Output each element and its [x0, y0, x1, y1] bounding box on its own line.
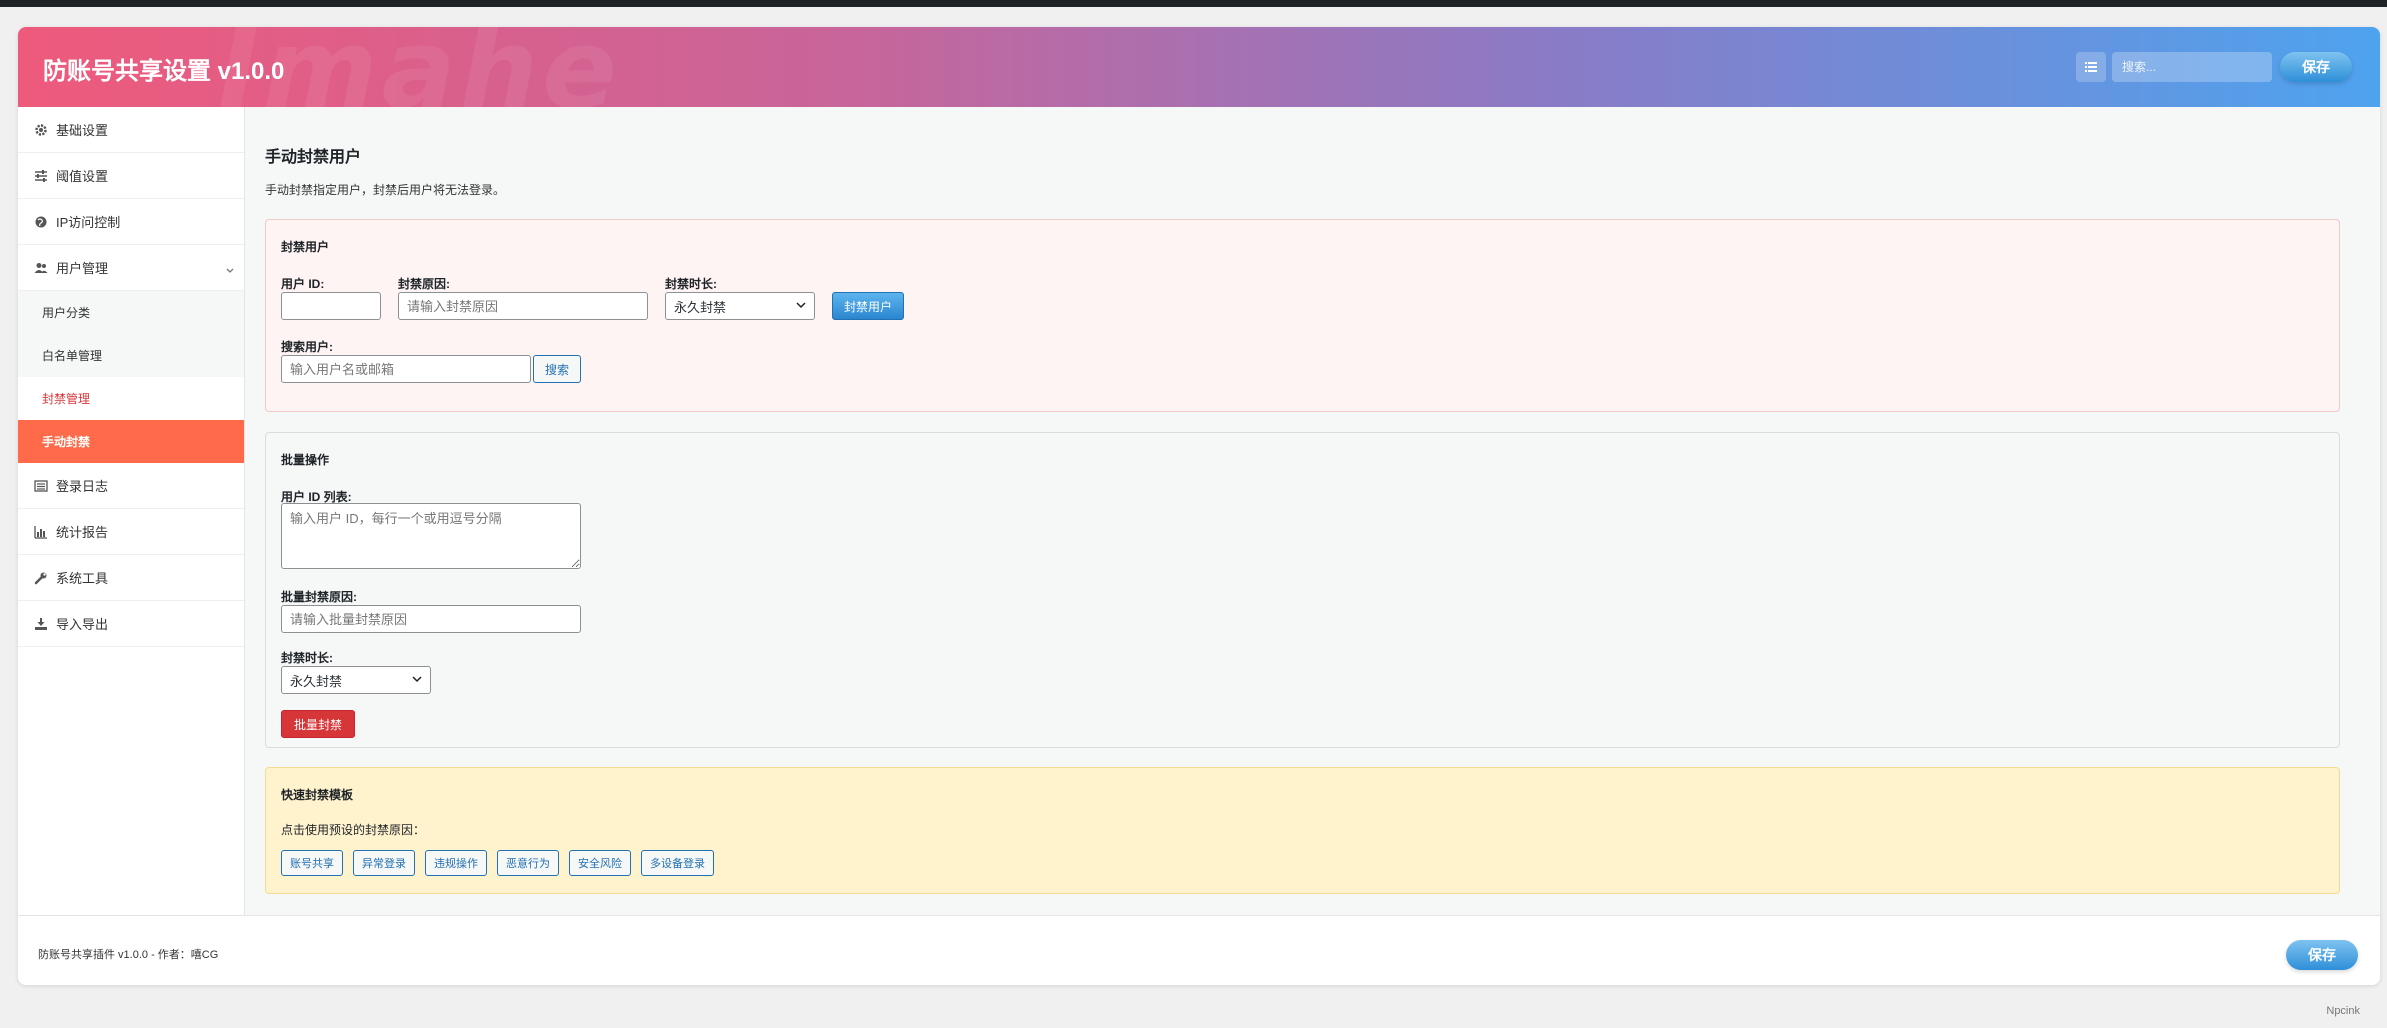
template-button[interactable]: 恶意行为 — [497, 850, 559, 876]
section-title: 手动封禁用户 — [265, 149, 362, 166]
ban-box-title: 封禁用户 — [281, 240, 330, 254]
corner-watermark: Npcink — [2326, 1005, 2360, 1017]
header-search-input[interactable] — [2112, 52, 2272, 82]
batch-reason-input[interactable] — [281, 605, 581, 633]
quick-templates-box: 快速封禁模板 点击使用预设的封禁原因： 账号共享 异常登录 违规操作 恶意行为 … — [265, 767, 2340, 894]
ban-reason-input[interactable] — [398, 292, 648, 320]
list-view-icon[interactable] — [2076, 52, 2106, 82]
template-button[interactable]: 异常登录 — [353, 850, 415, 876]
templates-hint: 点击使用预设的封禁原因： — [281, 823, 426, 837]
sidebar-item-ip-control[interactable]: IP访问控制 — [18, 199, 244, 245]
sidebar-subitem-ban-management[interactable]: 封禁管理 — [18, 377, 244, 420]
user-id-label: 用户 ID: — [281, 277, 325, 291]
footer-save-button[interactable]: 保存 — [2286, 940, 2358, 970]
template-button[interactable]: 安全风险 — [569, 850, 631, 876]
admin-top-bar — [0, 0, 2387, 7]
batch-ban-button[interactable]: 批量封禁 — [281, 710, 355, 738]
footer: 防账号共享插件 v1.0.0 - 作者：嘻CG 保存 — [18, 915, 2380, 985]
chevron-down-icon — [412, 676, 422, 683]
footer-credit: 防账号共享插件 v1.0.0 - 作者：嘻CG — [38, 949, 219, 961]
templates-box-title: 快速封禁模板 — [281, 788, 354, 802]
sidebar-subitem-whitelist[interactable]: 白名单管理 — [18, 334, 244, 377]
sidebar-item-label: 登录日志 — [56, 479, 109, 494]
sidebar-item-label: 导入导出 — [56, 617, 109, 632]
batch-duration-select[interactable]: 永久封禁 — [281, 666, 431, 694]
ban-duration-label: 封禁时长: — [665, 277, 717, 291]
template-button[interactable]: 违规操作 — [425, 850, 487, 876]
sliders-icon — [34, 169, 48, 183]
template-button[interactable]: 多设备登录 — [641, 850, 714, 876]
main-content: 手动封禁用户 手动封禁指定用户，封禁后用户将无法登录。 封禁用户 用户 ID: … — [245, 107, 2380, 915]
bar-chart-icon — [34, 525, 48, 539]
ban-duration-value: 永久封禁 — [674, 299, 727, 315]
wrench-icon — [34, 571, 48, 585]
ban-user-box: 封禁用户 用户 ID: 封禁原因: 封禁时长: 永久封禁 封禁用户 搜索用户: … — [265, 219, 2340, 412]
chevron-down-icon — [796, 302, 806, 309]
sidebar-subitem-manual-ban[interactable]: 手动封禁 — [18, 420, 244, 463]
sidebar-item-label: 基础设置 — [56, 123, 109, 138]
sidebar-item-import-export[interactable]: 导入导出 — [18, 601, 244, 647]
globe-icon — [34, 215, 48, 229]
sidebar-subitem-user-category[interactable]: 用户分类 — [18, 291, 244, 334]
ban-reason-label: 封禁原因: — [398, 277, 450, 291]
sidebar-item-label: 阈值设置 — [56, 169, 109, 184]
list-icon — [34, 479, 48, 493]
header-banner: Imahe 防账号共享设置 v1.0.0 保存 — [18, 27, 2380, 107]
chevron-down-icon — [226, 262, 234, 277]
settings-panel: Imahe 防账号共享设置 v1.0.0 保存 基础设置 阈值设置 IP访问控制… — [18, 27, 2380, 985]
sidebar-item-basic[interactable]: 基础设置 — [18, 107, 244, 153]
sidebar-item-label: IP访问控制 — [56, 215, 121, 230]
page-title: 防账号共享设置 v1.0.0 — [43, 58, 285, 85]
search-user-input[interactable] — [281, 355, 531, 383]
batch-duration-value: 永久封禁 — [290, 673, 343, 689]
sidebar-item-label: 系统工具 — [56, 571, 109, 586]
template-button[interactable]: 账号共享 — [281, 850, 343, 876]
batch-operation-box: 批量操作 用户 ID 列表: 批量封禁原因: 封禁时长: 永久封禁 批量封禁 — [265, 432, 2340, 748]
download-icon — [34, 617, 48, 631]
sidebar-item-label: 统计报告 — [56, 525, 109, 540]
sidebar-item-label: 用户管理 — [56, 261, 109, 276]
search-user-label: 搜索用户: — [281, 340, 333, 354]
sidebar-item-threshold[interactable]: 阈值设置 — [18, 153, 244, 199]
sidebar: 基础设置 阈值设置 IP访问控制 用户管理 用户分类 白名单管理 封禁管理 手动… — [18, 107, 245, 915]
gear-icon — [34, 123, 48, 137]
users-icon — [34, 261, 48, 275]
search-user-button[interactable]: 搜索 — [533, 355, 581, 383]
sidebar-item-users[interactable]: 用户管理 — [18, 245, 244, 291]
sidebar-item-login-log[interactable]: 登录日志 — [18, 463, 244, 509]
ban-user-button[interactable]: 封禁用户 — [832, 292, 904, 320]
sidebar-item-tools[interactable]: 系统工具 — [18, 555, 244, 601]
user-ids-textarea[interactable] — [281, 503, 581, 569]
batch-box-title: 批量操作 — [281, 453, 330, 467]
section-description: 手动封禁指定用户，封禁后用户将无法登录。 — [265, 183, 506, 197]
user-id-input[interactable] — [281, 292, 381, 320]
ban-duration-select[interactable]: 永久封禁 — [665, 292, 815, 320]
batch-duration-label: 封禁时长: — [281, 651, 333, 665]
header-save-button[interactable]: 保存 — [2280, 52, 2352, 82]
sidebar-item-stats[interactable]: 统计报告 — [18, 509, 244, 555]
batch-reason-label: 批量封禁原因: — [281, 590, 357, 604]
